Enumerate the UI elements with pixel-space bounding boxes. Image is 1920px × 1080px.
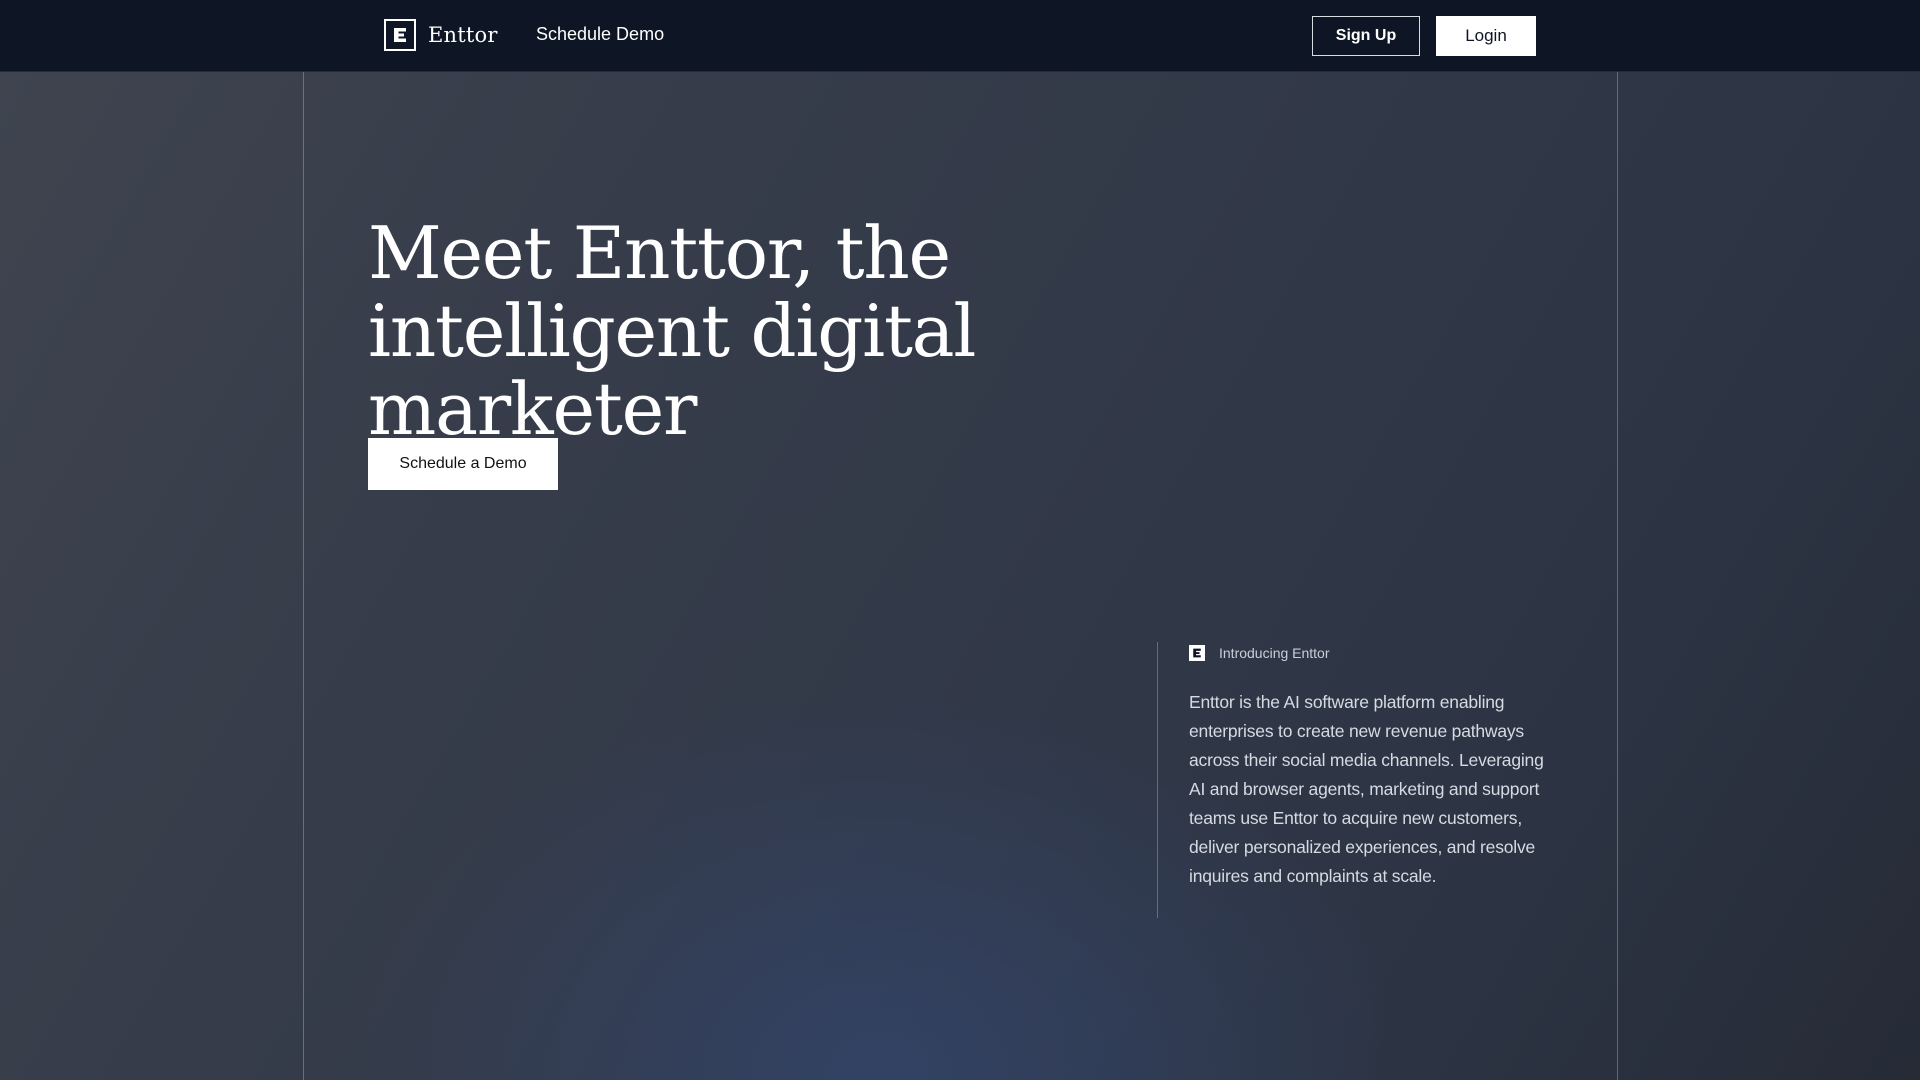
brand-name: Enttor [428,23,498,47]
left-guide-line [303,72,304,1080]
login-button[interactable]: Login [1436,16,1536,56]
top-navbar: Enttor Schedule Demo Sign Up Login [0,0,1920,72]
hero-title: Meet Enttor, the intelligent digital mar… [368,211,976,451]
brand[interactable]: Enttor [384,18,498,52]
enttor-small-logo-icon [1189,645,1205,661]
intro-header: Introducing Enttor [1189,642,1549,664]
schedule-demo-link[interactable]: Schedule Demo [536,24,664,45]
intro-label: Introducing Enttor [1219,645,1330,661]
right-guide-line [1617,72,1618,1080]
intro-description: Enttor is the AI software platform enabl… [1189,692,1544,886]
intro-section: Introducing Enttor Enttor is the AI soft… [1189,642,1549,891]
enttor-logo-icon [384,19,416,51]
intro-divider [1157,642,1158,918]
schedule-a-demo-button[interactable]: Schedule a Demo [368,438,558,490]
sign-up-button[interactable]: Sign Up [1312,16,1420,56]
